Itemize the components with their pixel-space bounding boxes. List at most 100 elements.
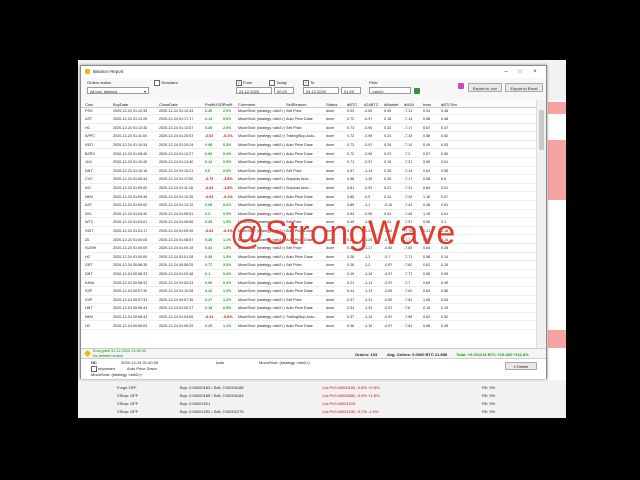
column-header[interactable]: dBTC5m (441, 102, 457, 107)
table-row[interactable]: SXP 2020-12-24 00:57:31 2020-12-24 00:57:3… (81, 296, 536, 305)
table-row[interactable]: BZRX 2020-12-24 01:08:45 2020-12-24 01:12:… (81, 150, 536, 159)
table-row[interactable]: VIDT 2020-12-24 01:10:34 2020-12-24 01:20:… (81, 141, 536, 150)
table-row[interactable]: AST 2020-12-24 01:09:00 2020-12-24 01:12:1… (81, 202, 536, 210)
table-row[interactable]: NKN 2020-12-24 00:56:43 2020-12-24 01:04:5… (81, 313, 536, 322)
table-row[interactable]: AST 2020-12-24 01:13:26 2020-12-24 01:17:1… (81, 116, 536, 124)
table-cell: -1.16 (364, 314, 373, 319)
table-cell: 0.29 (205, 254, 213, 259)
table-cell: 0.71 (347, 160, 355, 165)
table-row[interactable]: HC 2020-12-24 01:12:35 2020-12-24 01:12:57… (81, 124, 536, 133)
table-row[interactable]: HNT 2020-12-24 00:56:44 2020-12-24 01:02:2… (81, 305, 536, 313)
table-row[interactable]: HC 2020-12-24 01:00:09 2020-12-24 01:01:28… (81, 253, 536, 262)
table-cell: 2.0% (223, 125, 232, 130)
table-row[interactable]: APPC 2020-12-24 01:11:00 2020-12-24 01:20:… (81, 133, 536, 141)
filter-bar: Orders status All incl. deleted ▾ Simula… (81, 78, 546, 101)
table-cell: -7.6 (404, 306, 411, 311)
table-cell: 0.24 (384, 134, 392, 139)
table-row[interactable]: DNT 2020-12-24 00:58:33 2020-12-24 01:02:4… (81, 270, 536, 279)
table-cell: -3.5% (223, 177, 233, 182)
maximize-icon[interactable]: □ (513, 67, 527, 77)
table-cell: 0.56 (441, 289, 449, 294)
detail-comment[interactable]: MoonShot: (strategy <stb2>) (91, 372, 142, 377)
from-checkbox[interactable]: ✓ (236, 80, 242, 86)
apply-filter-icon[interactable] (414, 87, 420, 94)
table-cell: DNT (85, 168, 93, 173)
table-cell: AST (85, 203, 93, 208)
clear-icon[interactable] (458, 83, 464, 89)
table-cell: 0.26 (384, 168, 392, 173)
table-cell: 0.56 (423, 254, 431, 259)
table-row[interactable]: SXP 2020-12-24 00:57:30 2020-12-24 01:12:2… (81, 288, 536, 296)
table-cell: MoonShot: (strategy <stb2>) (238, 168, 285, 173)
table-cell: 0.3% (223, 142, 232, 147)
table-row[interactable]: KAVA 2020-12-24 00:58:33 2020-12-24 01:03:… (81, 279, 536, 288)
today-checkbox[interactable] (269, 80, 275, 86)
table-row[interactable]: GRT 2020-12-24 00:58:35 2020-12-24 00:58:2… (81, 262, 536, 270)
column-header[interactable]: CloseDate (159, 102, 178, 107)
column-header[interactable]: Profit (223, 102, 232, 107)
scrollbar-thumb[interactable] (539, 110, 544, 150)
column-header[interactable]: SellReason (286, 102, 306, 107)
column-header[interactable]: BuyDate (113, 102, 128, 107)
table-cell: 0.58 (347, 177, 355, 182)
table-cell: 1.16 (423, 194, 431, 199)
detail-coin: HC (91, 360, 97, 365)
table-cell: 0.77 (205, 263, 213, 268)
from-date-field[interactable]: 24.12.2020 (236, 87, 272, 94)
to-time-field[interactable]: 01:20 (341, 87, 361, 94)
table-cell: -0.03 (205, 228, 214, 233)
filter-label: Filter (369, 80, 378, 85)
table-cell: 0.61 (441, 185, 449, 190)
background-cell: VStop: OFF (117, 409, 139, 414)
table-row[interactable]: DNT 2020-12-24 01:10:15 2020-12-24 01:10:2… (81, 167, 536, 176)
table-cell: 0.46 (441, 108, 449, 113)
table-row[interactable]: HC 2020-12-24 00:56:03 2020-12-24 01:00:29… (81, 322, 536, 331)
export-excel-button[interactable]: Export to Excel (505, 83, 543, 92)
table-cell: 0.6 (441, 177, 447, 182)
table-cell: -1.24 (364, 306, 373, 311)
simulator-checkbox[interactable] (154, 80, 160, 86)
table-cell: TrailingStop Auto... (286, 134, 318, 139)
table-cell: done (326, 134, 335, 139)
table-row[interactable]: NKN 2020-12-24 01:09:35 2020-12-24 01:10:3… (81, 193, 536, 202)
to-checkbox[interactable]: ✓ (303, 80, 309, 86)
table-cell: -0.97 (364, 160, 373, 165)
column-header[interactable]: Coin (85, 102, 93, 107)
column-header[interactable]: d24BTC (364, 102, 379, 107)
table-scrollbar[interactable] (536, 100, 546, 348)
table-row[interactable]: PSG 2020-12-24 01:12:35 2020-12-24 01:12:4… (81, 107, 536, 116)
table-cell: 0.4% (223, 280, 232, 285)
table-cell: -1.1 (364, 203, 371, 208)
table-cell: 0.14 (441, 254, 449, 259)
table-cell: 0.49 (423, 142, 431, 147)
table-cell: MoonShot: (strategy <stb2>) (238, 185, 285, 190)
from-time-field[interactable]: 00:20 (274, 87, 294, 94)
table-cell: 2020-12-24 01:03:01 (113, 220, 148, 225)
column-header[interactable]: Comment (238, 102, 255, 107)
table-row[interactable]: CVC 2020-12-24 01:05:34 2020-12-24 01:17:5… (81, 176, 536, 184)
background-cell: Buy: 0.00001252 / Sell: 0.00001275 (180, 409, 244, 414)
table-cell: 2020-12-24 01:20:03 (159, 134, 194, 139)
delete-button[interactable]: × Delete (505, 362, 537, 370)
column-header[interactable]: bvsv (423, 102, 431, 107)
close-icon[interactable]: × (528, 67, 542, 77)
column-header[interactable]: dMarket (384, 102, 398, 107)
column-header[interactable]: Status (326, 102, 337, 107)
export-csv-button[interactable]: Export to .csv (468, 83, 502, 92)
table-cell: MoonShot: (strategy <stb2>) (238, 117, 285, 122)
table-row[interactable]: JUV 2020-12-24 01:10:45 2020-12-24 01:13:4… (81, 159, 536, 167)
minimize-icon[interactable]: – (499, 67, 513, 77)
background-chart-strip (548, 100, 566, 380)
table-cell: done (326, 263, 335, 268)
table-cell: Sell Price (286, 297, 302, 302)
orders-status-select[interactable]: All incl. deleted ▾ (87, 87, 149, 94)
table-row[interactable]: INJ 2020-12-24 01:09:00 2020-12-24 01:11:1… (81, 184, 536, 193)
table-cell: KAVA (85, 280, 95, 285)
column-header[interactable]: dBTC (347, 102, 357, 107)
table-cell: 1.2% (223, 297, 232, 302)
to-date-field[interactable]: 24.12.2020 (303, 87, 339, 94)
table-cell: Sell Price (286, 125, 302, 130)
filter-input[interactable]: <stb2> (369, 87, 411, 94)
table-cell: Auto Price Down (286, 160, 314, 165)
column-header[interactable]: dM24 (404, 102, 414, 107)
